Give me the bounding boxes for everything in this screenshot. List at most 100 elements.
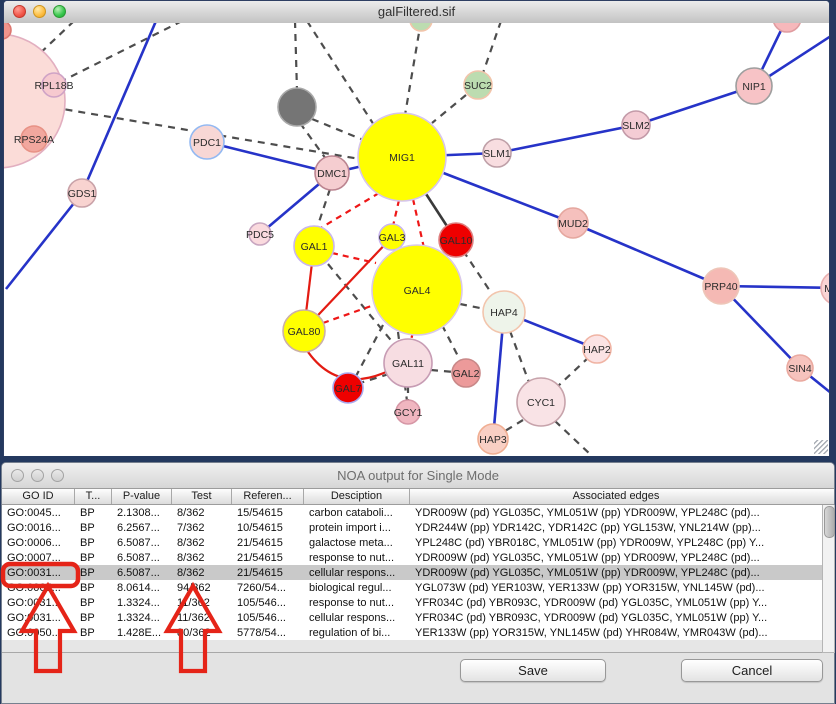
table-cell: GO:0045...	[2, 505, 75, 520]
edge	[319, 193, 379, 229]
cancel-button[interactable]: Cancel	[681, 659, 823, 682]
table-cell: 8/362	[172, 535, 232, 550]
node-label: GAL11	[392, 358, 424, 370]
node-label: GDS1	[68, 188, 97, 200]
table-cell: GO:0050...	[2, 625, 75, 640]
scrollbar-thumb[interactable]	[824, 506, 835, 538]
network-window: galFiltered.sif RPL18BRPS24AGDS1PDC1DMC1…	[3, 0, 830, 456]
table-cell: BP	[75, 595, 112, 610]
edge	[460, 304, 485, 309]
table-cell: GO:0007...	[2, 550, 75, 565]
unlabeled-node[interactable]	[410, 23, 432, 31]
node-label: PRP40	[704, 281, 737, 293]
node-label: HAP2	[583, 344, 611, 356]
table-row[interactable]: GO:0031...BP1.3324...11/362105/546...cel…	[2, 610, 822, 625]
table-row[interactable]: GO:0007...BP6.5087...8/36221/54615respon…	[2, 550, 822, 565]
table-cell: GO:0065...	[2, 580, 75, 595]
table-cell: GO:0006...	[2, 535, 75, 550]
table-cell: 8.0614...	[112, 580, 172, 595]
table-cell: 21/54615	[232, 565, 304, 580]
table-cell: YGL073W (pd) YER103W, YER133W (pp) YOR31…	[410, 580, 822, 595]
node-label: CYC1	[527, 397, 555, 409]
unlabeled-node[interactable]	[278, 88, 316, 126]
edge	[497, 125, 636, 153]
table-row[interactable]: GO:0050...BP1.428E...80/3625778/54...reg…	[2, 625, 822, 640]
network-canvas[interactable]: RPL18BRPS24AGDS1PDC1DMC1MIG1SUC2NIP1SLM2…	[4, 23, 829, 456]
edge	[555, 421, 592, 456]
table-row[interactable]: GO:0031...BP6.5087...8/36221/54615cellul…	[2, 565, 822, 580]
table-cell: 1.428E...	[112, 625, 172, 640]
edge	[510, 331, 530, 385]
network-window-titlebar[interactable]: galFiltered.sif	[4, 1, 829, 24]
table-cell: 1.3324...	[112, 595, 172, 610]
table-cell: 1.3324...	[112, 610, 172, 625]
edge	[207, 142, 332, 173]
noa-window-title: NOA output for Single Mode	[2, 468, 834, 483]
table-cell: response to nut...	[304, 550, 410, 565]
table-cell: 6.5087...	[112, 535, 172, 550]
edge	[332, 253, 376, 263]
table-cell: YDR009W (pd) YGL035C, YML051W (pp) YDR00…	[410, 505, 822, 520]
table-cell: 10/54615	[232, 520, 304, 535]
edge	[431, 370, 454, 372]
column-header-p-value[interactable]: P-value	[112, 489, 172, 504]
table-cell: galactose meta...	[304, 535, 410, 550]
table-row[interactable]: GO:0031...BP1.3324...11/362105/546...res…	[2, 595, 822, 610]
edge	[82, 23, 156, 193]
edge	[442, 325, 461, 362]
table-cell: BP	[75, 550, 112, 565]
column-header-test[interactable]: Test	[172, 489, 232, 504]
column-header-referen-[interactable]: Referen...	[232, 489, 304, 504]
edge	[557, 357, 589, 387]
table-cell: BP	[75, 580, 112, 595]
noa-window-titlebar[interactable]: NOA output for Single Mode	[2, 463, 834, 489]
table-cell: cellular respons...	[304, 610, 410, 625]
resize-grip-icon[interactable]	[814, 440, 828, 454]
node-label: HAP4	[490, 307, 518, 319]
node-label: DMC1	[317, 168, 347, 180]
table-cell: BP	[75, 535, 112, 550]
node-label: GAL3	[379, 232, 406, 244]
table-cell: YFR034C (pd) YBR093C, YDR009W (pd) YGL03…	[410, 595, 822, 610]
table-cell: 8/362	[172, 565, 232, 580]
table-cell: BP	[75, 520, 112, 535]
table-cell: GO:0031...	[2, 565, 75, 580]
column-header-desciption[interactable]: Desciption	[304, 489, 410, 504]
node-label: RPS24A	[14, 134, 54, 146]
table-cell: GO:0016...	[2, 520, 75, 535]
noa-results-table: GO:0045...BP2.1308...8/36215/54615carbon…	[2, 505, 822, 653]
column-header-go-id[interactable]: GO ID	[2, 489, 75, 504]
node-label: GAL10	[440, 235, 473, 247]
network-graph: RPL18BRPS24AGDS1PDC1DMC1MIG1SUC2NIP1SLM2…	[4, 23, 829, 456]
table-cell: 105/546...	[232, 595, 304, 610]
table-cell: YFR034C (pd) YBR093C, YDR009W (pd) YGL03…	[410, 610, 822, 625]
table-cell: 7260/54...	[232, 580, 304, 595]
save-button[interactable]: Save	[460, 659, 606, 682]
table-cell: response to nut...	[304, 595, 410, 610]
node-label: GAL1	[301, 241, 328, 253]
table-cell: biological regul...	[304, 580, 410, 595]
table-row[interactable]: GO:0065...BP8.0614...94/3627260/54...bio…	[2, 580, 822, 595]
table-cell: GO:0031...	[2, 610, 75, 625]
table-cell: YDR009W (pd) YGL035C, YML051W (pp) YDR00…	[410, 565, 822, 580]
table-cell: 21/54615	[232, 535, 304, 550]
column-header-associated-edges[interactable]: Associated edges	[410, 489, 822, 504]
column-header-t-[interactable]: T...	[75, 489, 112, 504]
table-row[interactable]: GO:0045...BP2.1308...8/36215/54615carbon…	[2, 505, 822, 520]
node-label: GAL4	[404, 285, 431, 297]
edge	[413, 199, 424, 248]
table-cell: 80/362	[172, 625, 232, 640]
unlabeled-node[interactable]	[773, 23, 801, 32]
table-cell: 5778/54...	[232, 625, 304, 640]
edge	[295, 23, 297, 91]
table-cell: BP	[75, 565, 112, 580]
table-cell: BP	[75, 505, 112, 520]
node-label: MUD2	[558, 218, 588, 230]
edge	[355, 325, 383, 378]
table-row[interactable]: GO:0016...BP6.2567...7/36210/54615protei…	[2, 520, 822, 535]
table-scrollbar[interactable]	[822, 505, 835, 653]
edge	[62, 23, 182, 81]
table-row[interactable]: GO:0006...BP6.5087...8/36221/54615galact…	[2, 535, 822, 550]
edge	[483, 23, 501, 73]
table-cell: 7/362	[172, 520, 232, 535]
